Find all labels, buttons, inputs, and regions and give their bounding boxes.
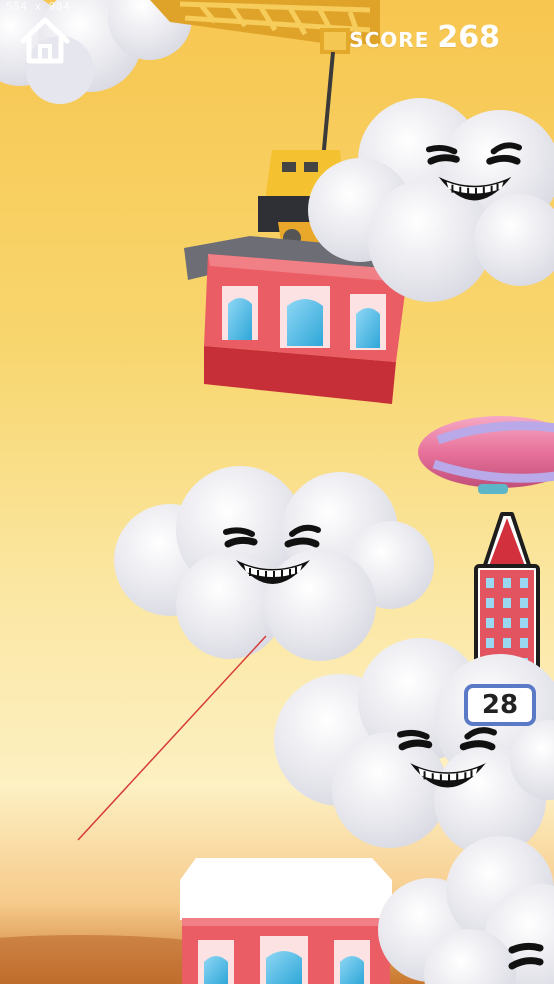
home-button[interactable]	[18, 16, 72, 66]
screen-dimensions-label: 554 x 984	[6, 0, 71, 13]
floor-count-badge: 28	[464, 684, 536, 726]
cloud-face-lower-right	[274, 638, 554, 856]
score-value: 268	[437, 20, 500, 55]
crane-cable	[321, 51, 335, 161]
aim-trajectory-line	[77, 635, 267, 841]
home-icon	[20, 17, 70, 64]
cloud-face-bottom-right	[378, 836, 554, 984]
cloud-face-middle	[114, 466, 434, 661]
score-display: SCORE 268	[349, 20, 500, 55]
blimp	[418, 416, 554, 494]
score-label: SCORE	[349, 28, 430, 52]
tower-base-building	[180, 858, 392, 984]
